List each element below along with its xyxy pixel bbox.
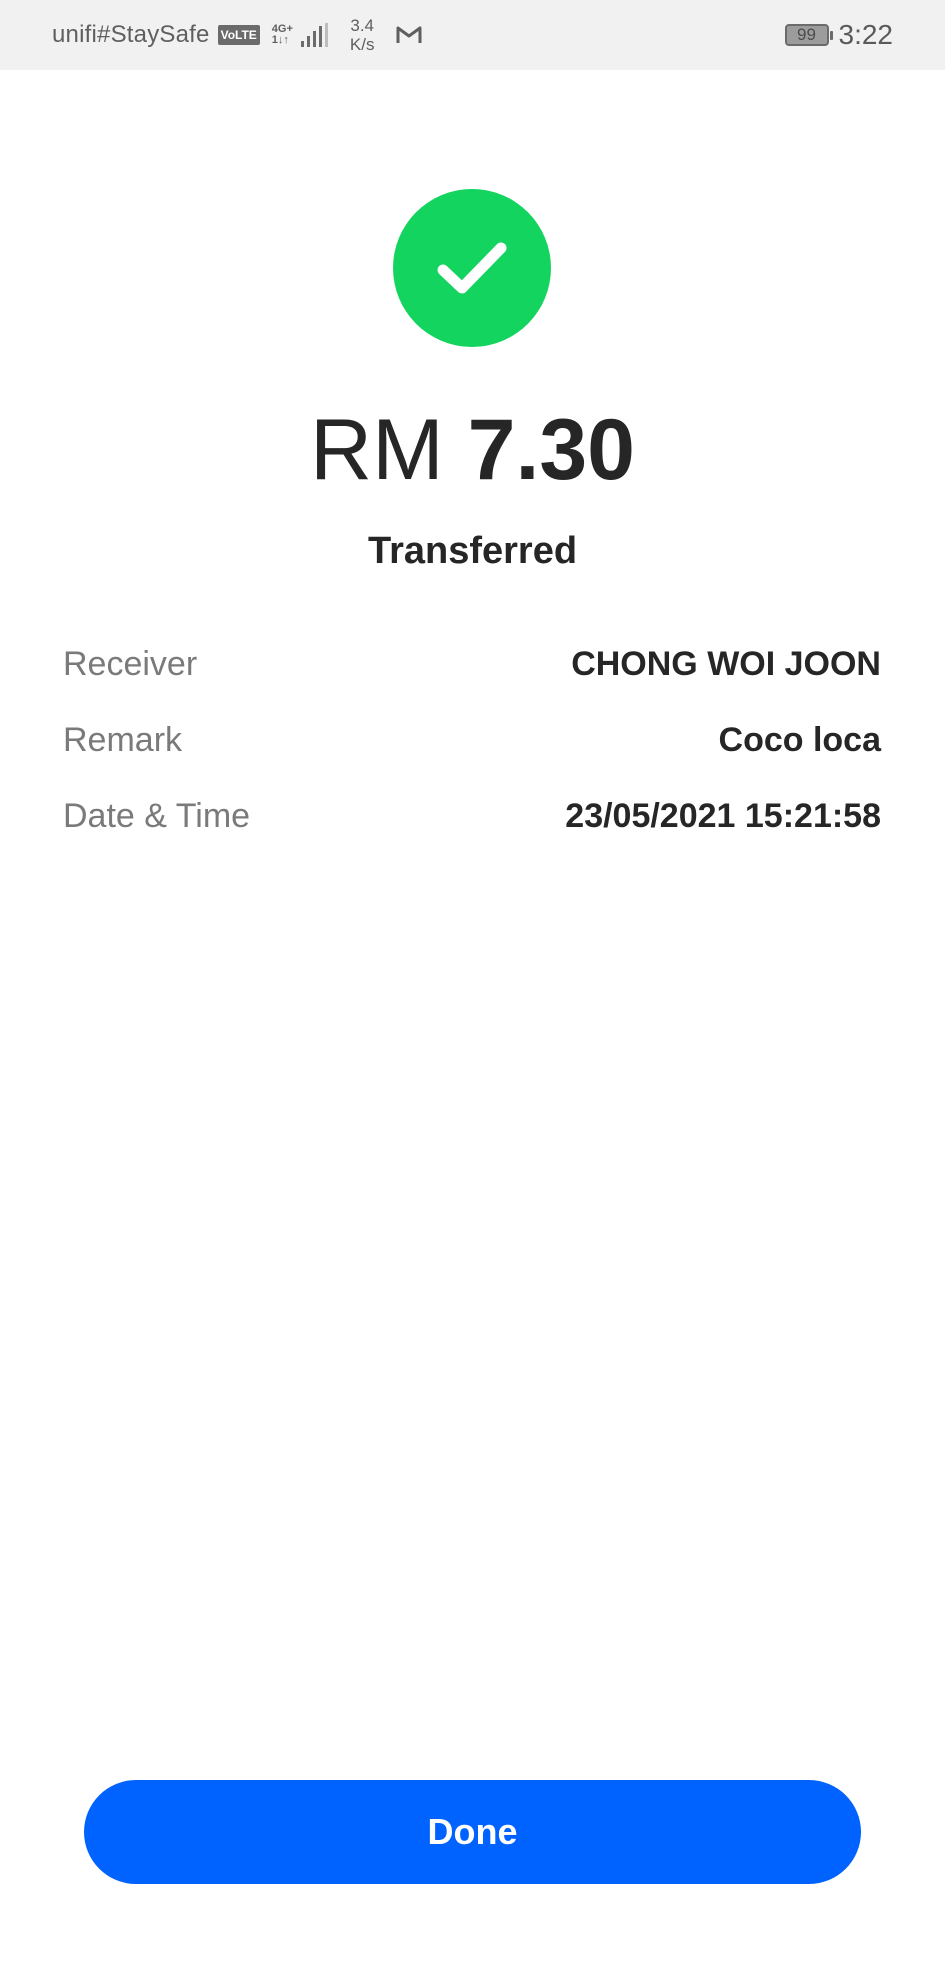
status-time: 3:22 [838, 19, 894, 50]
status-bar-right: 99 3:22 [784, 19, 894, 51]
amount-currency: RM [309, 402, 444, 498]
signal-strength-icon [300, 23, 328, 47]
network-speed-unit: K/s [349, 35, 375, 54]
battery-icon: 99 [784, 24, 833, 46]
transfer-status: Transferred [367, 530, 578, 572]
transfer-amount: RM 7.30 [0, 400, 945, 500]
detail-row-receiver: Receiver CHONG WOI JOON [63, 626, 881, 702]
status-bar: unifi#StaySafe VoLTE 4G+ 1↓↑ 3.4 K/s 99 … [0, 0, 945, 70]
detail-value: 23/05/2021 15:21:58 [565, 796, 881, 835]
network-speed: 3.4 K/s [350, 16, 375, 54]
network-activity-label: 1↓↑ [271, 34, 289, 46]
status-bar-left: unifi#StaySafe VoLTE 4G+ 1↓↑ 3.4 K/s [52, 16, 422, 54]
volte-badge: VoLTE [217, 25, 260, 45]
network-speed-value: 3.4 [350, 16, 374, 35]
detail-value: Coco loca [718, 720, 881, 759]
success-check-icon [393, 189, 551, 347]
detail-row-remark: Remark Coco loca [63, 702, 881, 778]
gmail-icon [396, 26, 422, 43]
detail-row-date-time: Date & Time 23/05/2021 15:21:58 [63, 778, 881, 854]
battery-level: 99 [797, 25, 816, 44]
detail-label: Date & Time [63, 796, 251, 835]
detail-label: Remark [63, 720, 183, 759]
detail-value: CHONG WOI JOON [571, 644, 881, 683]
network-type: 4G+ 1↓↑ [272, 24, 293, 46]
checkmark-icon [437, 242, 507, 294]
amount-value: 7.30 [467, 402, 636, 498]
carrier-name: unifi#StaySafe [52, 21, 210, 48]
detail-label: Receiver [63, 644, 198, 683]
done-button[interactable]: Done [84, 1780, 861, 1884]
transaction-details: Receiver CHONG WOI JOON Remark Coco loca… [63, 626, 881, 854]
